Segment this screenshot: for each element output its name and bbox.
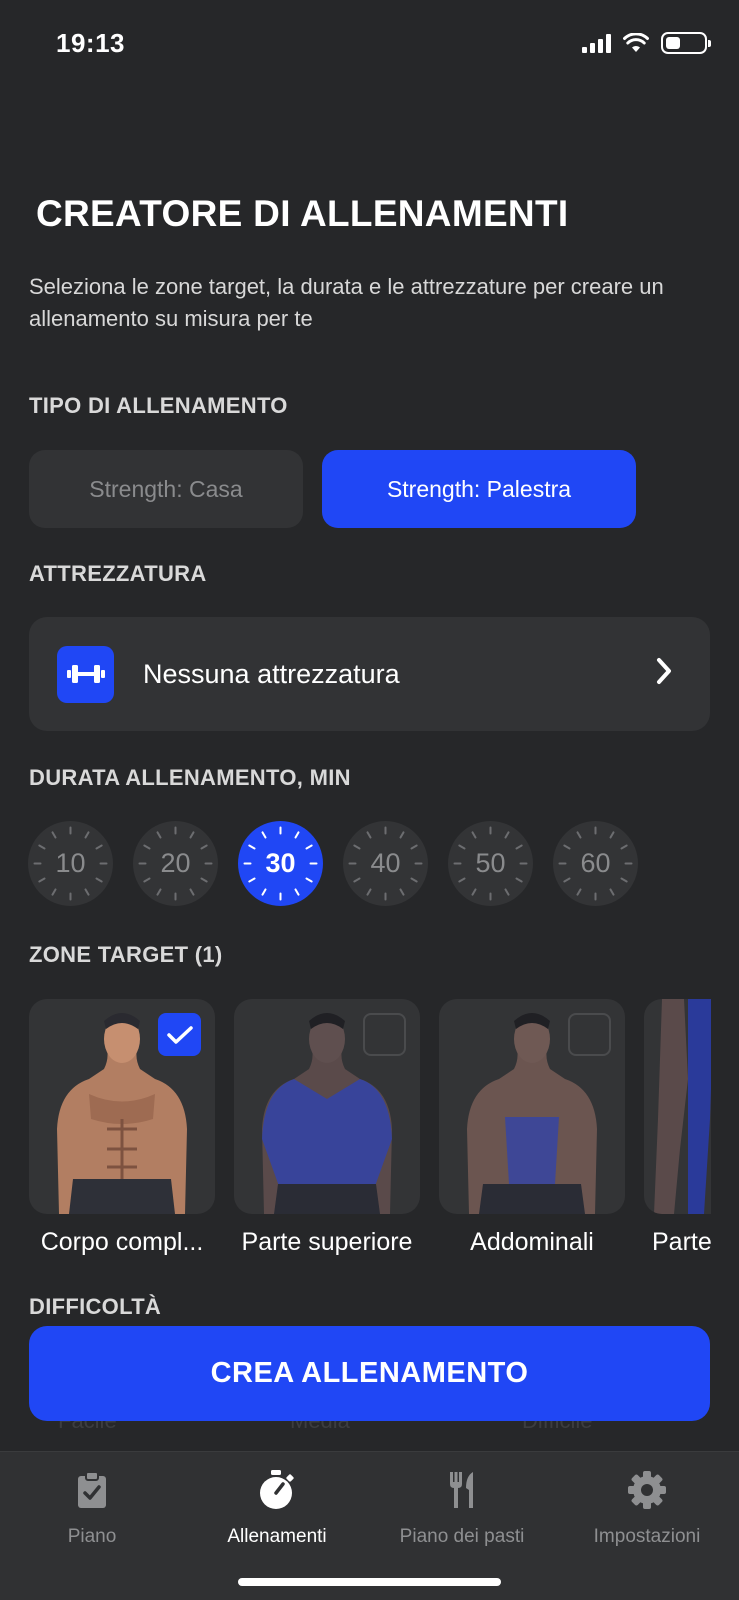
zone-checkbox-checked[interactable] bbox=[158, 1013, 201, 1056]
zones-carousel[interactable]: Corpo compl... Parte superiore Addominal… bbox=[29, 999, 711, 1269]
zone-card-full-body[interactable]: Corpo compl... bbox=[29, 999, 215, 1257]
duration-option-60[interactable]: 60 bbox=[553, 821, 638, 906]
checkmark-icon bbox=[166, 1025, 193, 1044]
duration-option-50[interactable]: 50 bbox=[448, 821, 533, 906]
type-option-casa[interactable]: Strength: Casa bbox=[29, 450, 303, 528]
duration-value: 30 bbox=[265, 848, 296, 878]
zone-image bbox=[439, 999, 625, 1214]
page-subtitle: Seleziona le zone target, la durata e le… bbox=[29, 274, 664, 331]
zone-card-upper-body[interactable]: Parte superiore bbox=[234, 999, 420, 1257]
duration-value: 20 bbox=[160, 848, 191, 878]
zone-card-abs[interactable]: Addominali bbox=[439, 999, 625, 1257]
duration-value: 50 bbox=[475, 848, 506, 878]
zones-label: ZONE TARGET (1) bbox=[29, 942, 223, 967]
status-icons bbox=[582, 32, 711, 54]
zone-label: Parte bbox=[652, 1228, 711, 1256]
duration-option-40[interactable]: 40 bbox=[343, 821, 428, 906]
equipment-selector[interactable]: Nessuna attrezzatura bbox=[29, 617, 710, 731]
wifi-icon bbox=[623, 33, 649, 52]
tab-label: Allenamenti bbox=[227, 1526, 327, 1547]
duration-value: 40 bbox=[370, 848, 401, 878]
tab-workouts[interactable]: Allenamenti bbox=[187, 1468, 367, 1548]
zone-checkbox-unchecked[interactable] bbox=[363, 1013, 406, 1056]
duration-option-30[interactable]: 30 bbox=[238, 821, 323, 906]
duration-options: 10 20 30 40 50 60 bbox=[28, 821, 638, 906]
page-title: CREATORE DI ALLENAMENTI bbox=[36, 193, 569, 234]
duration-value: 60 bbox=[580, 848, 611, 878]
cellular-signal-icon bbox=[582, 33, 611, 53]
zone-label: Parte superiore bbox=[241, 1228, 413, 1256]
tab-label: Piano dei pasti bbox=[399, 1526, 525, 1547]
tab-settings[interactable]: Impostazioni bbox=[557, 1468, 737, 1548]
equipment-label: ATTREZZATURA bbox=[29, 561, 207, 586]
body-figure-image bbox=[654, 999, 711, 1214]
create-workout-button[interactable]: CREA ALLENAMENTO bbox=[29, 1326, 710, 1421]
zone-image bbox=[29, 999, 215, 1214]
tab-label: Piano bbox=[67, 1526, 117, 1547]
home-indicator bbox=[238, 1578, 501, 1586]
type-option-palestra[interactable]: Strength: Palestra bbox=[322, 450, 636, 528]
dumbbell-icon bbox=[57, 645, 114, 703]
duration-option-10[interactable]: 10 bbox=[28, 821, 113, 906]
status-time: 19:13 bbox=[56, 28, 125, 58]
fork-knife-icon bbox=[372, 1468, 552, 1512]
duration-option-20[interactable]: 20 bbox=[133, 821, 218, 906]
clipboard-icon bbox=[2, 1468, 182, 1512]
zone-image bbox=[644, 999, 711, 1214]
zone-image bbox=[234, 999, 420, 1214]
workout-type-label: TIPO DI ALLENAMENTO bbox=[29, 393, 288, 418]
tab-meal-plan[interactable]: Piano dei pasti bbox=[372, 1468, 552, 1548]
battery-icon bbox=[661, 32, 711, 54]
duration-value: 10 bbox=[55, 848, 86, 878]
equipment-value: Nessuna attrezzatura bbox=[143, 658, 400, 689]
tab-label: Impostazioni bbox=[593, 1526, 701, 1547]
zone-label: Corpo compl... bbox=[40, 1228, 204, 1256]
status-bar: 19:13 bbox=[0, 0, 739, 90]
stopwatch-icon bbox=[187, 1468, 367, 1512]
gear-icon bbox=[557, 1468, 737, 1512]
zone-label: Addominali bbox=[470, 1228, 594, 1256]
zone-card-lower-body[interactable]: Parte bbox=[644, 999, 711, 1257]
duration-label: DURATA ALLENAMENTO, MIN bbox=[29, 765, 351, 790]
tab-plan[interactable]: Piano bbox=[2, 1468, 182, 1548]
chevron-right-icon bbox=[657, 658, 671, 684]
difficulty-label: DIFFICOLTÀ bbox=[29, 1294, 162, 1319]
zone-checkbox-unchecked[interactable] bbox=[568, 1013, 611, 1056]
